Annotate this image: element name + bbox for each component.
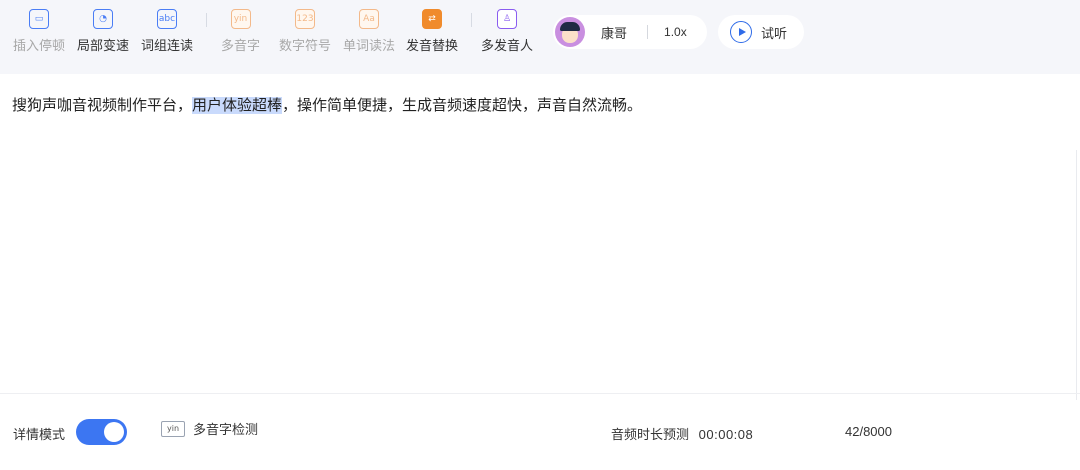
editor-text: ，操作简单便捷，生成音频速度超快，声音自然流畅。 [282,97,643,114]
insert-pause-button[interactable]: ▭ 插入停顿 [13,9,65,54]
speedometer-icon: ◔ [93,9,113,29]
avatar [555,17,585,47]
pronunciation-replace-label: 发音替换 [406,38,459,53]
polyphone-check-label: 多音字检测 [193,422,259,437]
local-speed-button[interactable]: ◔ 局部变速 [77,9,129,54]
play-icon [730,21,752,43]
toolbar-divider [206,13,207,27]
scrollbar-track[interactable] [1076,150,1077,400]
detail-mode-label: 详情模式 [13,427,66,442]
duration-label: 音频时长预测 [611,427,690,442]
speaker-selector[interactable]: 康哥 1.0x [553,15,707,49]
listen-label: 试听 [761,25,788,41]
number-symbol-label: 数字符号 [279,38,332,53]
listen-button[interactable]: 试听 [718,15,804,49]
phrase-link-button[interactable]: abc 词组连读 [141,9,193,54]
editor-text: 搜狗声咖音视频制作平台， [12,97,193,114]
char-count: 42/8000 [845,424,892,439]
toolbar-divider [471,13,472,27]
toolbar: ▭ 插入停顿 ◔ 局部变速 abc 词组连读 yin 多音字 123 数字符号 … [0,0,1080,74]
multi-speaker-button[interactable]: ♙ 多发音人 [481,9,533,54]
swap-icon: ⇄ [422,9,442,29]
speaker-divider [647,25,649,39]
phrase-link-label: 词组连读 [141,38,194,53]
polyphone-check-icon: yin [161,420,185,437]
polyphone-check-button[interactable]: yin 多音字检测 [161,419,258,438]
multi-speaker-label: 多发音人 [481,38,534,53]
footer-bar: 详情模式 yin 多音字检测 音频时长预测 00:00:08 42/8000 [0,393,1080,470]
people-icon: ♙ [497,9,517,29]
word-reading-button[interactable]: Aa 单词读法 [343,9,395,54]
letters-icon: Aa [359,9,379,29]
number-icon: 123 [295,9,315,29]
pause-icon: ▭ [29,9,49,29]
local-speed-label: 局部变速 [77,38,130,53]
abc-icon: abc [157,9,177,29]
detail-mode-toggle[interactable] [76,419,127,445]
polyphone-button[interactable]: yin 多音字 [221,9,260,54]
yin-icon: yin [230,9,251,29]
polyphone-label: 多音字 [221,38,261,53]
duration-estimate: 音频时长预测 00:00:08 [611,424,753,443]
number-symbol-button[interactable]: 123 数字符号 [279,9,331,54]
selected-text: 用户体验超棒 [192,97,283,114]
toggle-knob [104,422,124,442]
duration-value: 00:00:08 [698,427,754,442]
text-editor[interactable]: 搜狗声咖音视频制作平台，用户体验超棒，操作简单便捷，生成音频速度超快，声音自然流… [12,94,642,115]
speaker-speed[interactable]: 1.0x [664,25,687,39]
speaker-name: 康哥 [601,25,628,41]
word-reading-label: 单词读法 [343,38,396,53]
insert-pause-label: 插入停顿 [13,38,66,53]
pronunciation-replace-button[interactable]: ⇄ 发音替换 [406,9,458,54]
